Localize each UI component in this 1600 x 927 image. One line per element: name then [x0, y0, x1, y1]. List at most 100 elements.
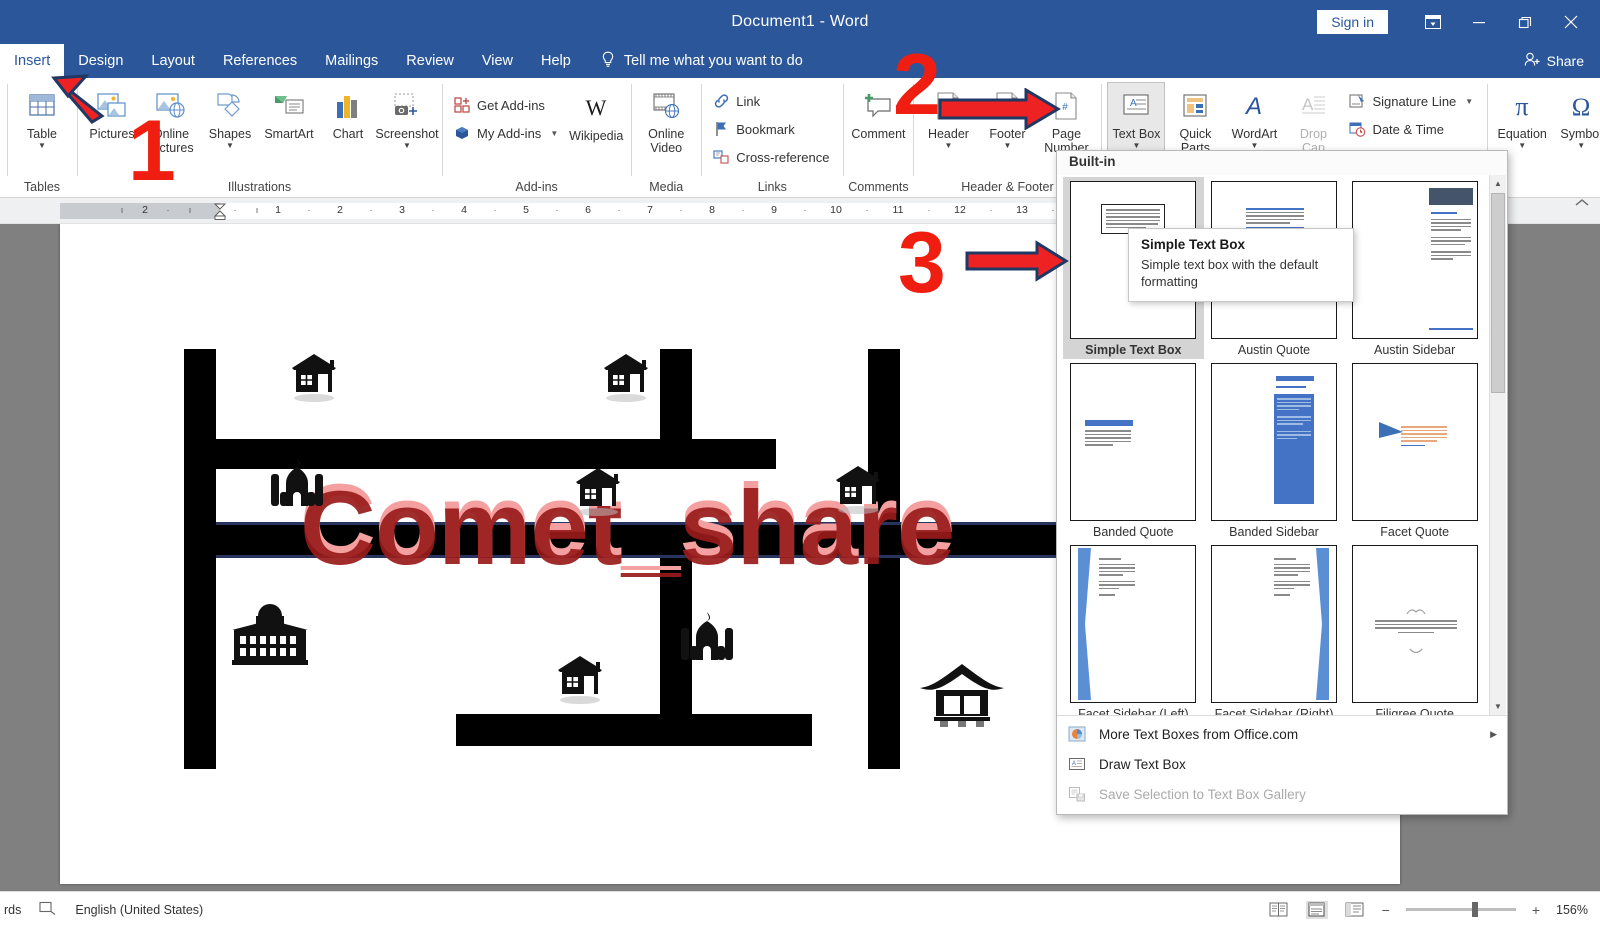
header-label: Header — [927, 127, 969, 141]
footer-button[interactable]: Footer ▼ — [978, 82, 1036, 172]
restore-icon[interactable] — [1502, 7, 1548, 37]
zoom-level-label[interactable]: 156% — [1556, 903, 1588, 917]
tab-insert[interactable]: Insert — [0, 44, 65, 78]
tab-references[interactable]: References — [209, 44, 311, 78]
cross-reference-button[interactable]: Cross-reference — [707, 144, 837, 170]
gallery-item-facet-sidebar-left[interactable]: Facet Sidebar (Left) — [1063, 541, 1204, 715]
road-vertical-lowerleft — [184, 556, 216, 769]
word-count-label[interactable]: rds — [4, 903, 21, 917]
new-comment-button[interactable]: Comment — [849, 82, 907, 172]
share-button[interactable]: Share — [1508, 44, 1600, 78]
link-button[interactable]: Link — [707, 88, 837, 114]
get-addins-label: Get Add-ins — [477, 97, 545, 113]
new-comment-label: Comment — [851, 127, 906, 141]
svg-text:#: # — [1063, 102, 1069, 113]
wordart-caret-icon[interactable]: ▼ — [1250, 142, 1258, 150]
thumbnail-facet-quote — [1351, 363, 1478, 521]
wikipedia-button[interactable]: W Wikipedia — [567, 84, 625, 174]
pictures-button[interactable]: Pictures — [83, 82, 141, 172]
print-layout-icon[interactable] — [1305, 900, 1328, 919]
close-icon[interactable] — [1548, 7, 1594, 37]
signature-line-icon — [1348, 92, 1366, 110]
ruler-tick: · — [989, 205, 993, 215]
proofing-errors-icon[interactable] — [39, 901, 57, 918]
tab-mailings[interactable]: Mailings — [311, 44, 392, 78]
tab-view[interactable]: View — [468, 44, 527, 78]
gallery-item-filigree-quote[interactable]: Filigree Quote — [1344, 541, 1485, 715]
read-mode-icon[interactable] — [1268, 901, 1290, 919]
table-button[interactable]: Table ▼ — [13, 82, 71, 172]
gallery-item-banded-sidebar[interactable]: Banded Sidebar — [1204, 359, 1345, 541]
text-box-caret-icon[interactable]: ▼ — [1132, 142, 1140, 150]
online-pictures-button[interactable]: Online Pictures — [142, 82, 200, 172]
gallery-item-austin-sidebar[interactable]: Austin Sidebar — [1344, 177, 1485, 359]
gallery-caption: Banded Quote — [1093, 525, 1174, 539]
header-caret-icon[interactable]: ▼ — [944, 142, 952, 150]
screenshot-button[interactable]: Screenshot ▼ — [375, 82, 439, 172]
header-button[interactable]: Header ▼ — [919, 82, 977, 172]
footer-caret-icon[interactable]: ▼ — [1003, 142, 1011, 150]
smartart-button[interactable]: SmartArt — [260, 82, 318, 172]
gallery-item-facet-quote[interactable]: Facet Quote — [1344, 359, 1485, 541]
my-addins-caret-icon[interactable]: ▼ — [550, 129, 558, 138]
zoom-slider-handle[interactable] — [1471, 902, 1478, 917]
bookmark-button[interactable]: Bookmark — [707, 116, 837, 142]
ruler-tick: · — [927, 205, 931, 215]
tab-help[interactable]: Help — [527, 44, 585, 78]
zoom-slider[interactable] — [1405, 902, 1516, 917]
ruler-label-2: 2 — [337, 204, 343, 216]
gallery-item-tooltip: Simple Text Box Simple text box with the… — [1128, 228, 1354, 302]
gallery-item-banded-quote[interactable]: Banded Quote — [1063, 359, 1204, 541]
group-label-comments: Comments — [848, 180, 909, 194]
ribbon-group-addins: Get Add-ins My Add-ins ▼ W Wikipedia Add… — [442, 78, 631, 197]
web-layout-icon[interactable] — [1344, 901, 1366, 919]
gallery-scrollbar-thumb[interactable] — [1491, 193, 1505, 393]
ruler-label-9: 9 — [771, 204, 777, 216]
blank-page-button[interactable] — [0, 120, 1, 146]
sign-in-button[interactable]: Sign in — [1317, 10, 1388, 34]
ribbon-display-options-icon[interactable] — [1410, 7, 1456, 37]
tab-layout[interactable]: Layout — [137, 44, 209, 78]
zoom-out-icon[interactable]: − — [1382, 902, 1390, 918]
tab-review[interactable]: Review — [392, 44, 468, 78]
road-horizontal-lower — [456, 714, 812, 746]
ruler-label-7: 7 — [647, 204, 653, 216]
smartart-icon — [273, 88, 305, 124]
cover-page-button[interactable] — [0, 92, 1, 118]
language-label[interactable]: English (United States) — [75, 903, 203, 917]
online-video-button[interactable]: Online Video — [637, 82, 695, 172]
date-time-button[interactable]: Date & Time — [1343, 116, 1481, 142]
indent-marker[interactable] — [213, 203, 227, 220]
tab-design[interactable]: Design — [64, 44, 137, 78]
ruler-label-8: 8 — [709, 204, 715, 216]
symbol-caret-icon[interactable]: ▼ — [1577, 142, 1585, 150]
more-text-boxes-from-office-menu-item[interactable]: More Text Boxes from Office.com ▶ — [1057, 719, 1507, 749]
svg-text:A: A — [1302, 95, 1314, 114]
equation-caret-icon[interactable]: ▼ — [1518, 142, 1526, 150]
shapes-caret-icon[interactable]: ▼ — [226, 142, 234, 150]
zoom-in-icon[interactable]: + — [1532, 902, 1540, 918]
tooltip-body: Simple text box with the default formatt… — [1141, 257, 1319, 289]
gallery-scrollbar[interactable]: ▲ ▼ — [1489, 175, 1506, 715]
chart-button[interactable]: Chart — [319, 82, 377, 172]
get-addins-button[interactable]: Get Add-ins — [448, 92, 566, 118]
ribbon-tab-strip: Insert Design Layout References Mailings… — [0, 44, 1600, 78]
shapes-button[interactable]: Shapes ▼ — [201, 82, 259, 172]
minimize-icon[interactable] — [1456, 7, 1502, 37]
symbol-button[interactable]: Ω Symbol ▼ — [1552, 82, 1600, 172]
screenshot-caret-icon[interactable]: ▼ — [403, 142, 411, 150]
my-addins-button[interactable]: My Add-ins ▼ — [448, 120, 566, 146]
scroll-up-arrow-icon[interactable]: ▲ — [1490, 175, 1506, 192]
signature-line-caret-icon[interactable]: ▼ — [1465, 97, 1473, 106]
tell-me-search[interactable]: Tell me what you want to do — [585, 44, 813, 78]
thumbnail-facet-sidebar-left — [1070, 545, 1197, 703]
scroll-down-arrow-icon[interactable]: ▼ — [1490, 698, 1506, 715]
signature-line-button[interactable]: Signature Line ▼ — [1343, 88, 1481, 114]
draw-text-box-menu-item[interactable]: A Draw Text Box — [1057, 749, 1507, 779]
gallery-item-facet-sidebar-right[interactable]: Facet Sidebar (Right) — [1204, 541, 1345, 715]
collapse-ribbon-icon[interactable] — [1574, 196, 1590, 211]
table-caret-icon[interactable]: ▼ — [38, 142, 46, 150]
ruler-left-margin-zone[interactable] — [60, 203, 220, 219]
ruler-label-1: 1 — [275, 204, 281, 216]
ruler-tick: ı — [255, 205, 259, 215]
